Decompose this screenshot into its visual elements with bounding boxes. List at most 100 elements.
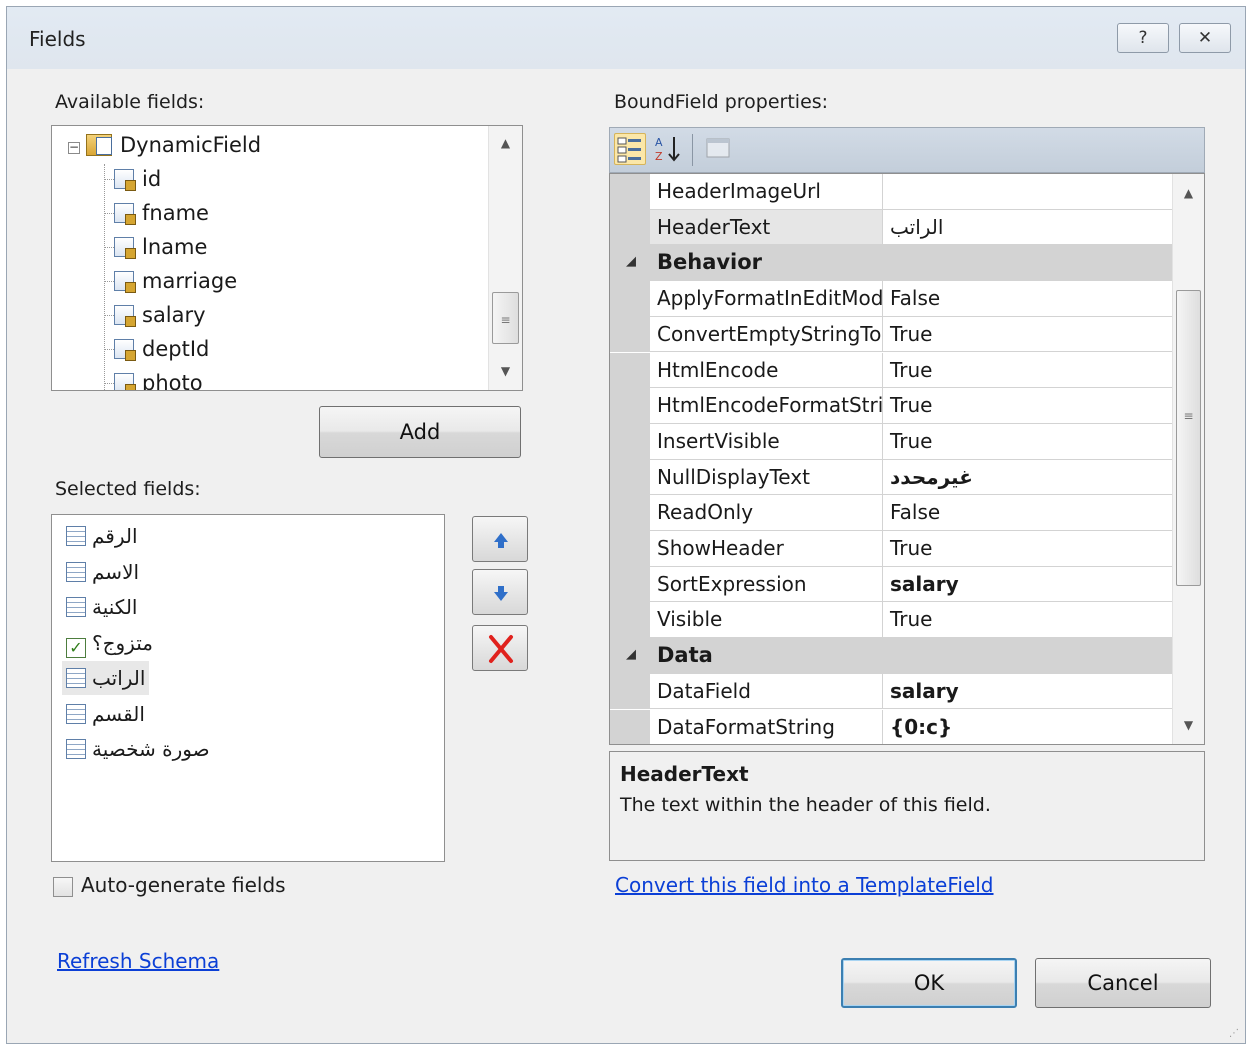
available-field-item[interactable]: photo [104,366,203,390]
selected-fields-list[interactable]: الرقم الاسم الكنية ✓ متزوج؟ الراتب القسم صورة ش… [51,514,445,862]
property-name: SortExpression [650,566,883,603]
property-value[interactable]: الراتب [883,209,1172,246]
available-field-item[interactable]: fname [104,196,209,230]
property-row[interactable]: NullDisplayText غيرمحدد [610,459,1172,496]
selected-field-label: القسم [92,701,145,726]
property-value[interactable]: False [883,495,1172,531]
available-field-item[interactable]: id [104,162,162,196]
property-row[interactable]: ConvertEmptyStringToNullTrue [610,316,1172,353]
selected-field-label: صورة شخصية [92,737,210,761]
properties-label: BoundField properties: [614,91,829,113]
property-value[interactable]: False [883,281,1172,317]
ok-button[interactable]: OK [841,958,1017,1008]
property-value[interactable]: {0:c} [883,709,1172,744]
sort-alphabetical-icon[interactable]: AZ [652,133,684,165]
available-fields-tree[interactable]: − DynamicField id fname lname marriage salar… [51,125,523,391]
property-value[interactable]: salary [883,566,1172,603]
move-down-button[interactable] [472,569,528,615]
property-value[interactable]: غيرمحدد [883,459,1172,496]
property-value[interactable]: salary [883,673,1172,710]
property-value[interactable]: True [883,316,1172,353]
available-field-label: deptId [142,337,210,361]
available-field-item[interactable]: deptId [104,332,210,366]
selected-field-item[interactable]: الرقم [62,519,142,553]
property-grid[interactable]: HeaderImageUrl HeaderText الراتب ◢ Behavior A… [609,173,1205,745]
category-label: Data [657,643,713,668]
field-icon [114,373,136,390]
property-row[interactable]: HeaderImageUrl [610,174,1172,210]
grid-scroll-up-icon[interactable]: ▲ [1173,186,1204,200]
available-fields-label: Available fields: [55,91,205,113]
property-value[interactable]: True [883,602,1172,639]
property-value[interactable]: True [883,388,1172,424]
resize-grip-icon[interactable]: ⋰ [1229,1028,1239,1039]
move-up-button[interactable] [472,516,528,562]
property-grid-scrollbar[interactable]: ▲ ≡ ▼ [1172,174,1204,744]
scroll-up-icon[interactable]: ▲ [489,136,522,150]
tree-scrollbar[interactable]: ▲ ≡ ▼ [488,126,522,390]
property-name: ApplyFormatInEditMode [650,281,883,317]
property-row[interactable]: HtmlEncode True [610,352,1172,389]
category-label: Behavior [657,250,763,275]
property-row[interactable]: DataFormatString {0:c} [610,709,1172,744]
property-row[interactable]: HeaderText الراتب [610,209,1172,246]
property-name: ShowHeader [650,531,883,567]
auto-generate-checkbox[interactable] [53,877,73,897]
property-name: HeaderText [650,209,883,246]
selected-field-item[interactable]: القسم [62,697,149,731]
selected-field-item[interactable]: صورة شخصية [62,732,214,766]
property-category[interactable]: ◢ Data [610,638,1172,674]
close-button[interactable]: ✕ [1179,23,1231,53]
property-value[interactable]: True [883,423,1172,460]
scroll-thumb[interactable]: ≡ [492,292,519,344]
property-row[interactable]: ShowHeader True [610,531,1172,567]
selected-field-item[interactable]: الراتب [62,661,150,695]
property-description-panel: HeaderText The text within the header of… [609,751,1205,861]
delete-field-button[interactable] [472,625,528,671]
property-pages-icon[interactable] [702,133,734,165]
property-row[interactable]: DataField salary [610,673,1172,710]
property-category[interactable]: ◢ Behavior [610,245,1172,282]
selected-field-item[interactable]: ✓ متزوج؟ [62,626,157,660]
selected-field-label: الرقم [92,524,138,548]
field-icon [114,305,136,327]
cancel-button[interactable]: Cancel [1035,958,1211,1008]
convert-templatefield-link[interactable]: Convert this field into a TemplateField [615,873,994,897]
property-row[interactable]: ReadOnly False [610,495,1172,531]
grid-scroll-down-icon[interactable]: ▼ [1173,718,1204,732]
property-row[interactable]: HtmlEncodeFormatStringTrue [610,388,1172,424]
selected-field-item[interactable]: الكنية [62,590,142,624]
property-row[interactable]: SortExpression salary [610,566,1172,603]
available-field-label: id [142,167,162,191]
help-button[interactable]: ? [1117,23,1169,53]
selected-field-label: الاسم [92,559,140,584]
property-row[interactable]: Visible True [610,602,1172,639]
available-field-label: fname [142,201,209,225]
refresh-schema-link[interactable]: Refresh Schema [57,949,219,973]
list-field-icon [66,597,86,617]
available-field-item[interactable]: lname [104,230,208,264]
tree-root-item[interactable]: DynamicField [86,128,261,162]
property-name: Visible [650,602,883,639]
property-name: DataField [650,673,883,710]
selected-field-item[interactable]: الاسم [62,555,143,589]
window-title: Fields [29,27,86,51]
scroll-down-icon[interactable]: ▼ [489,364,522,378]
collapse-icon[interactable]: − [68,141,80,154]
property-value[interactable] [883,174,1172,210]
property-value[interactable]: True [883,352,1172,389]
property-row[interactable]: InsertVisible True [610,423,1172,460]
selected-field-label: متزوج؟ [92,630,153,655]
property-row[interactable]: ApplyFormatInEditMode False [610,281,1172,317]
fields-dialog: Fields ? ✕ Available fields: − DynamicFi… [6,6,1246,1044]
available-field-item[interactable]: salary [104,298,206,332]
property-value[interactable]: True [883,531,1172,567]
categorized-icon[interactable] [614,133,646,165]
collapse-category-icon[interactable]: ◢ [626,638,636,672]
collapse-category-icon[interactable]: ◢ [626,245,636,279]
available-field-item[interactable]: marriage [104,264,237,298]
add-button[interactable]: Add [319,406,521,458]
svg-text:A: A [655,136,663,149]
available-field-label: lname [142,235,208,259]
grid-scroll-thumb[interactable]: ≡ [1176,290,1201,586]
